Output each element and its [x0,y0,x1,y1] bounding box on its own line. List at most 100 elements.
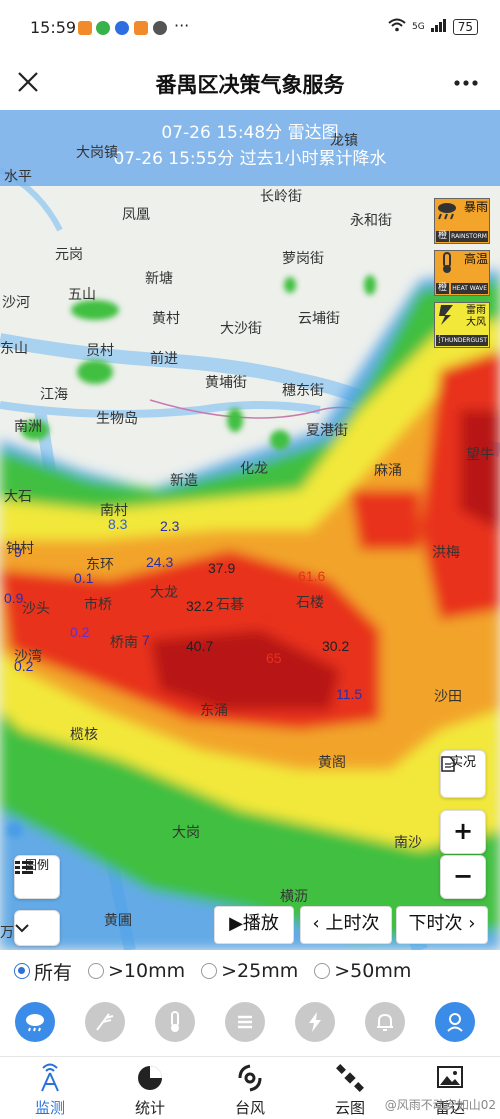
app-header: 番禺区决策气象服务 [0,56,500,110]
place-label: 石碁 [216,597,244,613]
legend-button[interactable]: 图例 [14,855,60,899]
rain-value: 32.2 [186,598,214,614]
radio-icon [88,963,105,979]
place-label: 长岭街 [260,189,302,205]
radio-icon [201,963,218,979]
nav-satellite[interactable]: 云图 [315,1061,385,1117]
legend-list-icon [15,861,33,874]
place-label: 五山 [68,287,96,303]
collapse-button[interactable] [14,910,60,946]
layer-temperature-button[interactable] [155,1002,195,1042]
filter-all[interactable]: 所有 [14,958,72,985]
satellite-icon [336,1064,364,1092]
chevron-right-icon: › [462,913,476,934]
nav-monitor[interactable]: 监测 [15,1061,85,1117]
info-banner: 07-26 15:48分 雷达图 07-26 15:55分 过去1小时累计降水 [0,110,500,186]
warning-level: 橙 [436,283,450,294]
zoom-in-button[interactable]: + [440,810,486,854]
rain-value: 7 [142,632,150,648]
warning-heatwave-badge[interactable]: 高温 橙 HEAT WAVE [434,250,490,296]
warning-name: 高温 [463,252,488,266]
play-button[interactable]: ▶播放 [214,906,294,944]
location-user-icon [447,1013,463,1032]
layer-alert-button[interactable] [365,1002,405,1042]
place-label: 横沥 [280,889,308,905]
filter-50mm[interactable]: >50mm [314,960,411,982]
place-label: 沙田 [434,689,462,705]
nav-label: 台风 [234,1099,265,1117]
rain-value: 61.6 [298,568,326,584]
layer-lightning-button[interactable] [295,1002,335,1042]
chevron-down-icon [15,924,29,933]
play-label: 播放 [242,913,279,934]
place-label: 萝岗街 [282,251,324,267]
warning-name: 雷雨大风 [466,305,486,328]
image-icon [437,1066,463,1088]
warning-thundergust-badge[interactable]: 雷雨大风 黄 THUNDERGUST [434,302,490,348]
layer-list-button[interactable] [225,1002,265,1042]
place-label: 大石 [4,489,32,505]
warning-en: THUNDERGUST [439,335,488,346]
layer-radar-rain-button[interactable] [15,1002,55,1042]
typhoon-icon [238,1064,262,1092]
place-label: 水平 [4,169,32,185]
radar-tower-icon [41,1063,59,1092]
place-label: 云埔街 [298,311,340,327]
more-notifications-icon: ··· [174,16,190,35]
warning-name: 暴雨 [463,200,488,214]
place-label: 大龙 [150,585,178,601]
filter-label: 所有 [34,961,73,984]
place-label: 生物岛 [96,411,138,427]
place-label: 大岗镇 [76,145,118,161]
nav-statistics[interactable]: 统计 [115,1061,185,1117]
rainstorm-icon [438,203,456,220]
filter-10mm[interactable]: >10mm [88,960,185,982]
place-label: 大沙街 [220,321,262,337]
place-label: 前进 [150,351,178,367]
layer-wind-button[interactable] [85,1002,125,1042]
previous-time-button[interactable]: ‹ 上时次 [300,906,392,944]
place-label: 市桥 [84,597,112,613]
radio-icon [314,963,331,979]
status-bar: 15:59 ··· 5G 75 [0,0,500,56]
place-label: 元岗 [55,247,83,263]
rain-value: 2.3 [160,518,180,534]
more-button[interactable] [446,64,486,100]
filter-label: >10mm [108,960,186,982]
live-observation-button[interactable]: 实况 [440,750,486,798]
rain-value: 8.3 [108,516,128,532]
radar-map[interactable]: 07-26 15:48分 雷达图 07-26 15:55分 过去1小时累计降水 … [0,110,500,950]
battery-indicator: 75 [452,19,478,35]
filter-25mm[interactable]: >25mm [201,960,298,982]
warning-rainstorm-badge[interactable]: 暴雨 橙 RAINSTORM [434,198,490,244]
close-button[interactable] [10,64,46,100]
place-label: 穗东街 [282,383,324,399]
status-right: 5G 75 [388,18,478,36]
layer-location-button[interactable] [435,1002,475,1042]
radio-selected-icon [14,963,30,979]
place-label: 黄圃 [104,913,132,929]
place-label: 黄阁 [318,755,346,771]
place-label: 江海 [40,387,68,403]
place-label: 黄埔街 [205,375,247,391]
pie-chart-icon [138,1066,162,1090]
place-label: 洪梅 [432,545,460,561]
warning-en: HEAT WAVE [451,283,488,294]
place-label: 桥南 [110,635,138,651]
rain-value: 40.7 [186,638,214,654]
wifi-icon [388,18,406,36]
prev-label: 上时次 [325,913,380,934]
zoom-out-button[interactable]: − [440,855,486,899]
thermometer-icon [171,1011,179,1032]
nav-typhoon[interactable]: 台风 [215,1061,285,1117]
place-label: 东山 [0,341,28,357]
rain-value: 11.5 [336,686,363,702]
place-label: 东涌 [200,703,228,719]
page-title: 番禺区决策气象服务 [155,73,345,97]
status-time: 15:59 [30,18,77,37]
rain-value: 0.2 [70,624,90,640]
next-time-button[interactable]: 下时次 › [396,906,488,944]
rain-value: 0.2 [14,658,34,674]
place-label: 凤凰 [122,207,150,223]
place-label: 榄核 [70,727,98,743]
